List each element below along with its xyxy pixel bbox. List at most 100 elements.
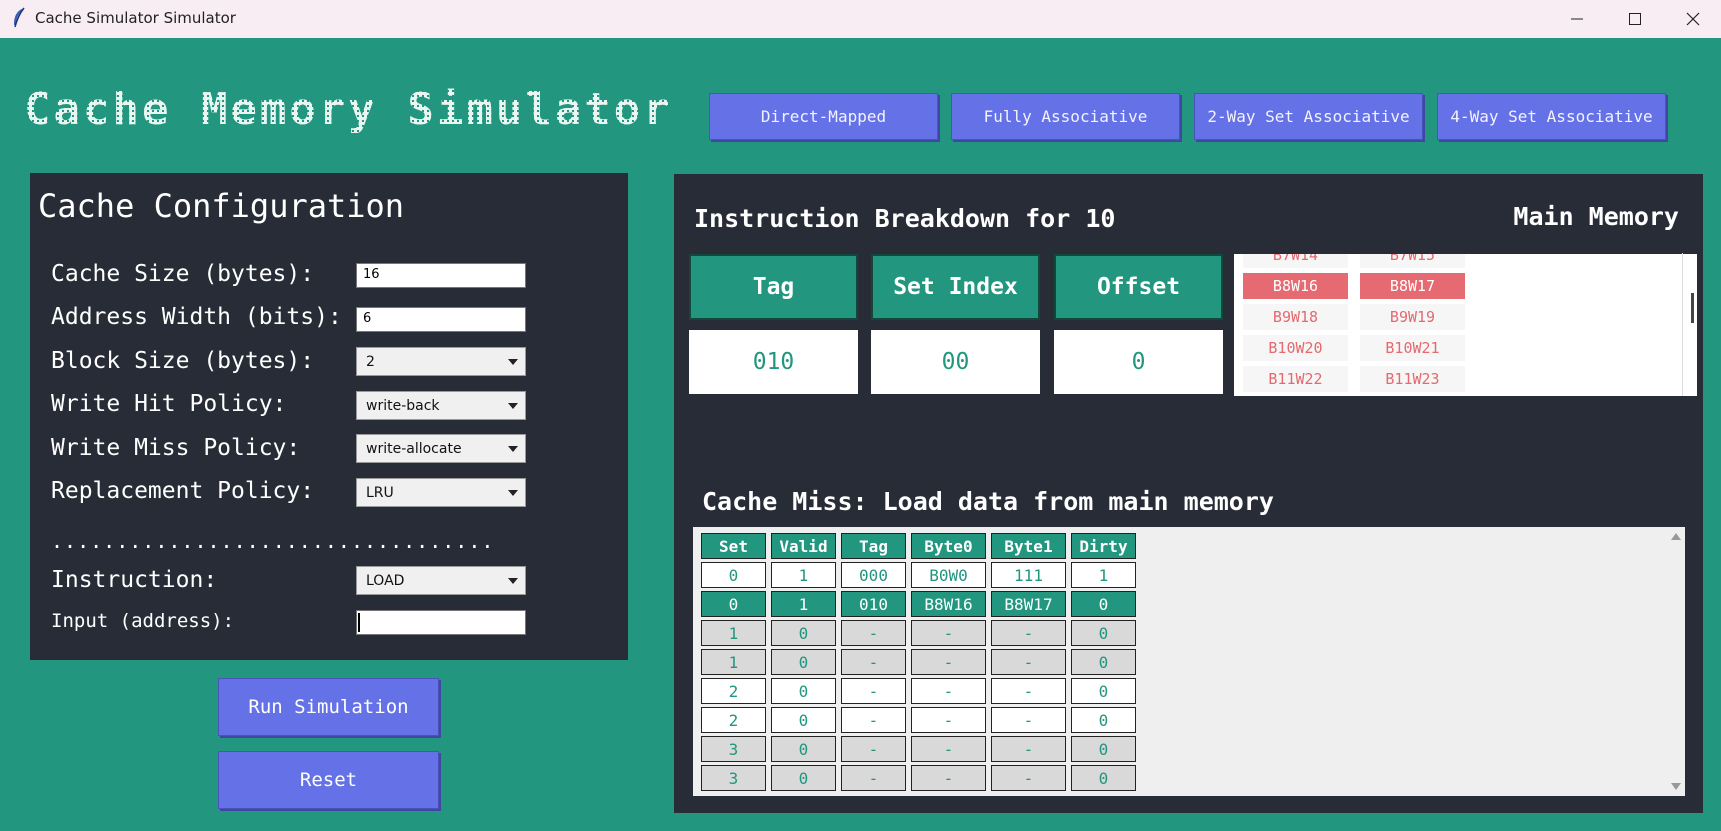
table-cell: 0 [701, 591, 766, 617]
write-hit-select[interactable]: write-back [356, 391, 526, 420]
table-cell: - [911, 678, 986, 704]
separator: .................................. [51, 529, 495, 553]
chevron-down-icon [508, 446, 518, 452]
table-cell: 0 [771, 736, 836, 762]
table-cell: - [841, 620, 906, 646]
instruction-select[interactable]: LOAD [356, 566, 526, 595]
cache-size-input[interactable]: 16 [356, 263, 526, 288]
write-hit-value: write-back [366, 398, 440, 414]
memory-word: B7W14 [1243, 254, 1348, 268]
main-memory-list[interactable]: B7W14 B7W15 B8W16 B8W17 B9W18 B9W19 B10W… [1234, 254, 1697, 396]
table-cell: 0 [1071, 678, 1136, 704]
minimize-button[interactable] [1548, 0, 1606, 38]
address-width-label: Address Width (bits): [51, 304, 342, 330]
run-simulation-button[interactable]: Run Simulation [218, 678, 439, 736]
table-cell: - [991, 707, 1066, 733]
scroll-up-icon[interactable] [1671, 533, 1681, 540]
table-cell: 1 [1071, 562, 1136, 588]
feather-icon [14, 7, 25, 28]
write-miss-select[interactable]: write-allocate [356, 434, 526, 463]
address-input[interactable] [356, 610, 526, 635]
cache-header-row: Set Valid Tag Byte0 Byte1 Dirty [701, 533, 1136, 559]
direct-mapped-button[interactable]: Direct-Mapped [709, 93, 938, 140]
memory-word: B8W16 [1243, 273, 1348, 299]
table-cell: 0 [701, 562, 766, 588]
table-cell: 0 [771, 649, 836, 675]
minimize-icon [1571, 18, 1583, 20]
cache-scrollbar[interactable] [1667, 527, 1685, 796]
scroll-down-icon[interactable] [1671, 783, 1681, 790]
memory-word: B11W23 [1360, 366, 1465, 392]
table-cell: 000 [841, 562, 906, 588]
app-title: Cache Memory Simulator [24, 84, 673, 135]
four-way-set-associative-button[interactable]: 4-Way Set Associative [1437, 93, 1666, 140]
window-title: Cache Simulator Simulator [35, 9, 236, 27]
cache-size-label: Cache Size (bytes): [51, 261, 315, 287]
memory-scrollbar[interactable] [1682, 253, 1700, 396]
config-title: Cache Configuration [38, 187, 405, 225]
set-index-header: Set Index [871, 254, 1040, 320]
write-miss-value: write-allocate [366, 441, 462, 457]
tag-value: 010 [689, 330, 858, 394]
table-cell: - [911, 620, 986, 646]
maximize-button[interactable] [1606, 0, 1664, 38]
table-cell: - [991, 765, 1066, 791]
cache-row: 3 0 - - - 0 [701, 765, 1136, 791]
table-cell: 0 [771, 765, 836, 791]
table-cell: 0 [1071, 736, 1136, 762]
memory-word: B9W19 [1360, 304, 1465, 330]
cache-row: 2 0 - - - 0 [701, 678, 1136, 704]
column-header: Byte0 [911, 533, 986, 559]
block-size-select[interactable]: 2 [356, 347, 526, 376]
table-cell: 1 [771, 591, 836, 617]
cache-status-message: Cache Miss: Load data from main memory [702, 487, 1274, 516]
table-cell: - [991, 649, 1066, 675]
two-way-set-associative-button[interactable]: 2-Way Set Associative [1194, 93, 1423, 140]
table-cell: - [911, 649, 986, 675]
memory-word: B8W17 [1360, 273, 1465, 299]
table-cell: 3 [701, 736, 766, 762]
table-cell: 0 [1071, 591, 1136, 617]
memory-word: B9W18 [1243, 304, 1348, 330]
column-header: Byte1 [991, 533, 1066, 559]
table-cell: 2 [701, 707, 766, 733]
address-input-label: Input (address): [51, 610, 235, 632]
memory-word: B10W20 [1243, 335, 1348, 361]
reset-button[interactable]: Reset [218, 751, 439, 809]
column-header: Tag [841, 533, 906, 559]
table-cell: 0 [1071, 620, 1136, 646]
table-cell: B8W16 [911, 591, 986, 617]
fully-associative-button[interactable]: Fully Associative [951, 93, 1180, 140]
instruction-value: LOAD [366, 573, 405, 589]
chevron-down-icon [508, 403, 518, 409]
write-miss-label: Write Miss Policy: [51, 435, 301, 461]
table-cell: - [841, 649, 906, 675]
replacement-value: LRU [366, 485, 394, 501]
table-cell: 0 [1071, 765, 1136, 791]
table-cell: - [911, 765, 986, 791]
table-cell: - [841, 765, 906, 791]
table-cell: 3 [701, 765, 766, 791]
table-cell: 0 [1071, 649, 1136, 675]
table-cell: 111 [991, 562, 1066, 588]
cache-table-container[interactable]: Set Valid Tag Byte0 Byte1 Dirty 0 1 000 … [693, 527, 1685, 796]
chevron-down-icon [508, 359, 518, 365]
memory-word: B11W22 [1243, 366, 1348, 392]
block-size-label: Block Size (bytes): [51, 348, 315, 374]
replacement-select[interactable]: LRU [356, 478, 526, 507]
tag-header: Tag [689, 254, 858, 320]
table-cell: B0W0 [911, 562, 986, 588]
table-cell: - [991, 736, 1066, 762]
table-cell: 0 [771, 620, 836, 646]
cache-row: 2 0 - - - 0 [701, 707, 1136, 733]
table-cell: - [841, 707, 906, 733]
table-cell: 0 [1071, 707, 1136, 733]
chevron-down-icon [508, 490, 518, 496]
scrollbar-thumb[interactable] [1691, 293, 1694, 323]
cache-row: 1 0 - - - 0 [701, 620, 1136, 646]
memory-word: B10W21 [1360, 335, 1465, 361]
close-button[interactable] [1664, 0, 1721, 38]
table-cell: - [841, 678, 906, 704]
address-width-input[interactable]: 6 [356, 307, 526, 332]
cache-table: Set Valid Tag Byte0 Byte1 Dirty 0 1 000 … [696, 530, 1141, 794]
